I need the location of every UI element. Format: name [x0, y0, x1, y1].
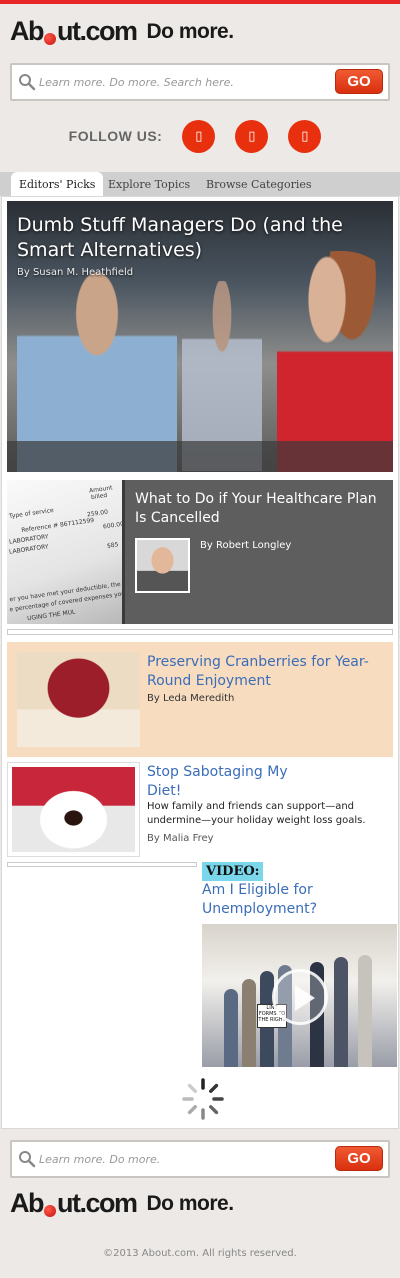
article-card-diet[interactable]: Stop Sabotaging My Diet! How family and … [7, 762, 393, 857]
hero-image-table [7, 441, 393, 472]
video-title[interactable]: Am I Eligible for Unemployment? [202, 881, 392, 919]
article-card-healthcare[interactable]: Amount billed Type of service 259.00 Ref… [7, 480, 393, 624]
hero-image-woman [277, 251, 393, 472]
logo-wordmark: Ab ut.com [10, 16, 138, 46]
search-bar-top: GO [10, 63, 390, 101]
footer-logo[interactable]: Ab ut.com Do more. [10, 1188, 234, 1219]
doc-text: 600.00 [102, 520, 125, 531]
doc-text: Reference # 867112599 [20, 516, 95, 535]
social-icon-3[interactable]: ▯ [288, 119, 322, 153]
search-input[interactable] [39, 68, 329, 96]
search-icon [19, 74, 36, 91]
tab-browse-categories[interactable]: Browse Categories [206, 172, 312, 196]
top-accent-bar [0, 0, 400, 4]
article-description: How family and friends can support—and u… [147, 801, 366, 826]
loading-spinner-icon [182, 1078, 224, 1120]
tab-editors-picks[interactable]: Editors' Picks [11, 172, 104, 196]
video-thumbnail[interactable]: LINE FORMS TO THE RIGHT [202, 924, 397, 1067]
doc-text: UGING THE MUL [26, 608, 76, 623]
search-input[interactable] [39, 1145, 329, 1173]
queue-person [242, 979, 256, 1067]
hero-feature[interactable]: Dumb Stuff Managers Do (and the Smart Al… [7, 201, 393, 472]
article-card-cranberries[interactable]: Preserving Cranberries for Year-Round En… [7, 642, 393, 757]
content-tabs: Editors' Picks Explore Topics Browse Cat… [0, 172, 400, 196]
footer-copyright: ©2013 About.com. All rights reserved. [103, 1248, 297, 1259]
article-thumbnail [7, 762, 140, 857]
article-title[interactable]: Preserving Cranberries for Year-Round En… [147, 653, 387, 691]
follow-us-row: FOLLOW US: ▯ ▯ ▯ [0, 119, 400, 153]
video-card-unemployment[interactable]: VIDEO: Am I Eligible for Unemployment? L… [202, 862, 397, 1067]
logo-tagline: Do more. [146, 1191, 235, 1215]
queue-person [224, 989, 238, 1067]
logo-ball-icon [44, 1205, 56, 1217]
logo-ball-icon [44, 33, 56, 45]
article-thumbnail: Amount billed Type of service 259.00 Ref… [7, 480, 125, 624]
site-logo[interactable]: Ab ut.com Do more. [10, 16, 234, 47]
logo-tagline: Do more. [146, 19, 235, 43]
doc-text: LABORATORY [8, 543, 50, 556]
article-byline: By Malia Frey [147, 833, 214, 844]
doc-text: billed [90, 491, 108, 502]
hero-title[interactable]: Dumb Stuff Managers Do (and the Smart Al… [17, 213, 387, 263]
article-thumbnail [17, 652, 140, 747]
play-icon[interactable] [272, 969, 328, 1025]
search-icon [19, 1151, 36, 1168]
search-go-button[interactable]: GO [335, 69, 383, 94]
article-byline: By Robert Longley [200, 540, 292, 551]
queue-person [358, 955, 372, 1067]
social-icon-2[interactable]: ▯ [235, 119, 269, 153]
article-byline: By Leda Meredith [147, 693, 235, 704]
search-bar-bottom: GO [10, 1140, 390, 1178]
doc-text: $85 [106, 541, 119, 550]
article-title[interactable]: What to Do if Your Healthcare Plan Is Ca… [135, 490, 385, 528]
video-label: VIDEO: [202, 862, 264, 881]
social-icon-1[interactable]: ▯ [182, 119, 216, 153]
author-avatar [135, 538, 190, 593]
hero-byline: By Susan M. Heathfield [17, 267, 134, 278]
search-go-button[interactable]: GO [335, 1146, 383, 1171]
divider [7, 629, 393, 635]
divider [7, 862, 197, 867]
follow-us-label: FOLLOW US: [68, 128, 163, 144]
doc-text: Type of service [8, 506, 55, 521]
queue-person [334, 957, 348, 1067]
logo-wordmark: Ab ut.com [10, 1188, 138, 1218]
article-title[interactable]: Stop Sabotaging My Diet! [147, 763, 297, 801]
tab-explore-topics[interactable]: Explore Topics [108, 172, 190, 196]
